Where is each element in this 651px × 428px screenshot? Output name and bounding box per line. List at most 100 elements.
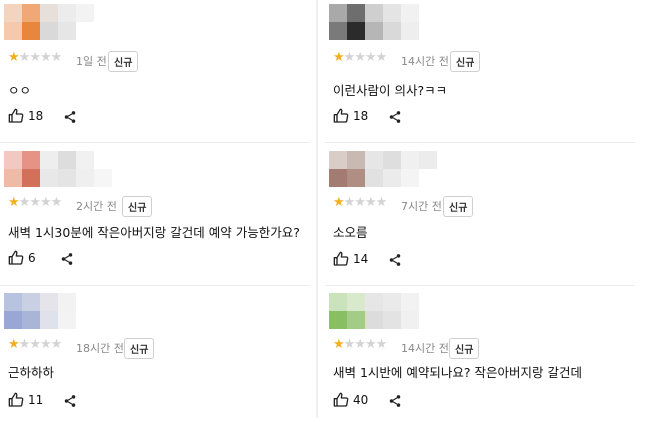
thumbs-up-icon[interactable] <box>8 392 24 408</box>
mosaic-tile <box>365 151 383 169</box>
avatar-mosaic <box>4 4 112 40</box>
star-filled-icon: ★ <box>8 195 20 210</box>
new-badge: 신규 <box>108 51 139 72</box>
comment-card: ★★★★★ 1일 전 신규 ㅇㅇ 18 <box>0 0 310 140</box>
star-filled-icon: ★ <box>333 50 345 65</box>
mosaic-tile <box>76 4 94 22</box>
star-empty-icon: ★ <box>39 337 52 352</box>
mosaic-tile <box>383 22 401 40</box>
mosaic-tile <box>76 293 94 311</box>
star-empty-icon: ★ <box>364 195 377 210</box>
avatar-mosaic <box>329 151 437 187</box>
star-filled-icon: ★ <box>8 50 20 65</box>
star-empty-icon: ★ <box>39 195 52 210</box>
comment-time: 7시간 전 <box>401 200 442 213</box>
thumbs-up-icon[interactable] <box>333 251 349 267</box>
mosaic-tile <box>419 4 437 22</box>
mosaic-tile <box>22 151 40 169</box>
mosaic-tile <box>383 169 401 187</box>
mosaic-tile <box>365 311 383 329</box>
star-empty-icon: ★ <box>50 50 63 65</box>
mosaic-tile <box>347 169 365 187</box>
star-empty-icon: ★ <box>354 337 366 352</box>
share-icon[interactable] <box>63 109 77 123</box>
comment-text: ㅇㅇ <box>8 83 32 98</box>
star-empty-icon: ★ <box>18 50 31 65</box>
comment-column-right: ★★★★★ 14시간 전 신규 이런사람이 의사?ㅋㅋ 18 ★★★★★ 7시간… <box>325 0 635 418</box>
thumbs-up-icon[interactable] <box>8 108 24 124</box>
star-empty-icon: ★ <box>50 337 63 352</box>
mosaic-tile <box>94 151 112 169</box>
star-rating: ★★★★★ <box>8 50 63 65</box>
mosaic-tile <box>76 151 94 169</box>
mosaic-tile <box>383 151 401 169</box>
mosaic-tile <box>76 311 94 329</box>
mosaic-tile <box>58 293 76 311</box>
comment-time: 2시간 전 <box>76 200 117 213</box>
star-filled-icon: ★ <box>333 195 345 210</box>
mosaic-tile <box>22 293 40 311</box>
mosaic-tile <box>94 169 112 187</box>
comment-card: ★★★★★ 7시간 전 신규 소오름 14 <box>325 145 635 285</box>
mosaic-tile <box>4 4 22 22</box>
mosaic-tile <box>4 169 22 187</box>
star-empty-icon: ★ <box>364 337 377 352</box>
comment-card: ★★★★★ 18시간 전 신규 근하하하 11 <box>0 288 310 428</box>
comment-time: 18시간 전 <box>76 342 124 355</box>
row-divider <box>325 142 635 143</box>
mosaic-tile <box>40 151 58 169</box>
mosaic-tile <box>4 311 22 329</box>
mosaic-tile <box>329 22 347 40</box>
comment-time: 1일 전 <box>76 55 107 68</box>
mosaic-tile <box>347 311 365 329</box>
share-icon[interactable] <box>63 393 77 407</box>
thumbs-up-icon[interactable] <box>8 250 24 266</box>
like-count: 18 <box>353 109 369 123</box>
star-empty-icon: ★ <box>343 195 356 210</box>
comment-time: 14시간 전 <box>401 55 449 68</box>
mosaic-tile <box>401 293 419 311</box>
new-badge: 신규 <box>122 196 153 217</box>
thumbs-up-icon[interactable] <box>333 392 349 408</box>
share-icon[interactable] <box>388 109 402 123</box>
star-empty-icon: ★ <box>29 337 41 352</box>
row-divider <box>325 285 635 286</box>
share-icon[interactable] <box>388 393 402 407</box>
share-icon[interactable] <box>388 252 402 266</box>
comment-text: 소오름 <box>333 225 368 240</box>
share-icon[interactable] <box>60 251 74 265</box>
star-empty-icon: ★ <box>375 195 388 210</box>
comment-time: 14시간 전 <box>401 342 449 355</box>
new-badge: 신규 <box>124 338 155 359</box>
comment-column-left: ★★★★★ 1일 전 신규 ㅇㅇ 18 ★★★★★ 2시간 전 신규 새벽 1시… <box>0 0 310 418</box>
thumbs-up-icon[interactable] <box>333 108 349 124</box>
comment-text: 이런사람이 의사?ㅋㅋ <box>333 83 448 98</box>
star-rating: ★★★★★ <box>333 195 388 210</box>
new-badge: 신규 <box>443 196 474 217</box>
star-empty-icon: ★ <box>343 337 356 352</box>
mosaic-tile <box>365 4 383 22</box>
mosaic-tile <box>94 4 112 22</box>
avatar-mosaic <box>4 151 112 187</box>
mosaic-tile <box>329 293 347 311</box>
mosaic-tile <box>22 311 40 329</box>
comment-card: ★★★★★ 14시간 전 신규 이런사람이 의사?ㅋㅋ 18 <box>325 0 635 140</box>
mosaic-tile <box>4 151 22 169</box>
mosaic-tile <box>419 151 437 169</box>
mosaic-tile <box>22 4 40 22</box>
mosaic-tile <box>419 169 437 187</box>
mosaic-tile <box>383 311 401 329</box>
star-empty-icon: ★ <box>29 195 41 210</box>
mosaic-tile <box>419 293 437 311</box>
row-divider <box>0 142 310 143</box>
mosaic-tile <box>329 151 347 169</box>
mosaic-tile <box>401 169 419 187</box>
mosaic-tile <box>329 4 347 22</box>
mosaic-tile <box>401 151 419 169</box>
star-rating: ★★★★★ <box>333 337 387 352</box>
mosaic-tile <box>347 293 365 311</box>
mosaic-tile <box>22 169 40 187</box>
mosaic-tile <box>329 311 347 329</box>
column-divider <box>316 0 318 418</box>
comment-text: 새벽 1시반에 예약되나요? 작은아버지랑 갈건데 <box>333 365 582 380</box>
